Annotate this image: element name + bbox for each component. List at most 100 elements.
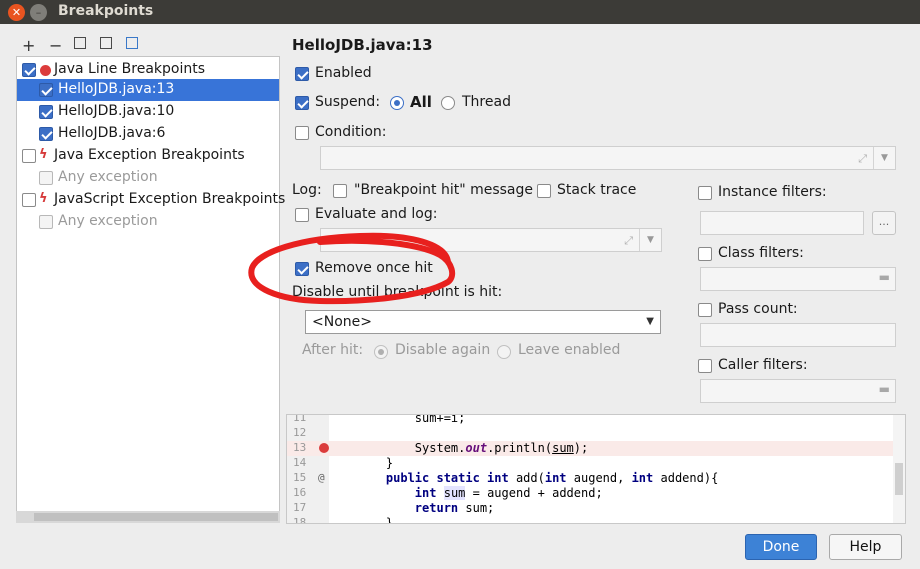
- any-exception-java-checkbox[interactable]: [39, 171, 53, 185]
- scrollbar-thumb[interactable]: [34, 513, 278, 521]
- breakpoint-marker-icon[interactable]: [319, 443, 329, 453]
- line-number: 11: [293, 414, 307, 424]
- code-text: }: [357, 456, 394, 470]
- code-line: 16 int sum = augend + addend;: [287, 486, 893, 501]
- tree-item-label: HelloJDB.java:6: [58, 125, 166, 141]
- tree-item-any-exception-js[interactable]: Any exception: [17, 211, 279, 233]
- editor-scrollbar[interactable]: [893, 415, 905, 523]
- tree-group-javascript-exception[interactable]: ϟ JavaScript Exception Breakpoints: [17, 189, 285, 211]
- disable-until-label: Disable until breakpoint is hit:: [292, 284, 503, 300]
- window-title: Breakpoints: [58, 3, 154, 19]
- folder-icon[interactable]: ▬: [879, 382, 890, 396]
- remove-icon[interactable]: −: [49, 36, 62, 55]
- override-icon: @: [318, 471, 325, 484]
- code-text: System.out.println(sum);: [357, 441, 589, 455]
- remove-once-hit-checkbox[interactable]: [295, 262, 309, 276]
- tree-item-hellojdb-6[interactable]: HelloJDB.java:6: [17, 123, 279, 145]
- suspend-thread-label: Thread: [462, 94, 511, 110]
- done-button[interactable]: Done: [745, 534, 817, 560]
- javascript-exception-group-checkbox[interactable]: [22, 193, 36, 207]
- remove-once-hit-label: Remove once hit: [315, 260, 433, 276]
- tree-group-label: Java Line Breakpoints: [54, 61, 205, 77]
- evaluate-log-input[interactable]: ⤢ ▼: [320, 228, 662, 252]
- code-text: int sum = augend + addend;: [414, 486, 603, 500]
- enabled-checkbox[interactable]: [295, 67, 309, 81]
- code-preview: 11 sum+=i; 12 13 System.out.println(sum)…: [286, 414, 906, 524]
- expand-icon[interactable]: ⤢: [624, 234, 633, 248]
- exception-bolt-icon: ϟ: [39, 147, 48, 162]
- condition-label: Condition:: [315, 124, 387, 140]
- pass-count-checkbox[interactable]: [698, 303, 712, 317]
- caller-filters-input[interactable]: ▬: [700, 379, 896, 403]
- title-bar: ✕ – Breakpoints: [0, 0, 920, 24]
- code-text: return sum;: [414, 501, 495, 515]
- tree-horizontal-scrollbar[interactable]: [16, 511, 280, 523]
- expand-icon[interactable]: ⤢: [858, 152, 867, 166]
- breakpoint-tree[interactable]: Java Line Breakpoints HelloJDB.java:13 H…: [16, 56, 285, 523]
- code-line: 18 }: [287, 516, 893, 524]
- tree-group-label: JavaScript Exception Breakpoints: [54, 191, 286, 207]
- java-exception-group-checkbox[interactable]: [22, 149, 36, 163]
- evaluate-log-checkbox[interactable]: [295, 208, 309, 222]
- line-number: 14: [293, 456, 307, 469]
- tree-group-java-line[interactable]: Java Line Breakpoints: [17, 59, 279, 81]
- log-label: Log:: [292, 182, 322, 198]
- exception-bolt-icon: ϟ: [39, 191, 48, 206]
- code-line: 12: [287, 426, 893, 441]
- line-number: 15: [293, 471, 307, 484]
- tree-group-java-exception[interactable]: ϟ Java Exception Breakpoints: [17, 145, 279, 167]
- class-filters-input[interactable]: ▬: [700, 267, 896, 291]
- any-exception-js-checkbox[interactable]: [39, 215, 53, 229]
- log-message-label: "Breakpoint hit" message: [354, 182, 534, 198]
- chevron-down-icon[interactable]: ▼: [873, 147, 895, 169]
- group-by-class-icon[interactable]: [100, 37, 112, 49]
- pass-count-input[interactable]: [700, 323, 896, 347]
- code-line-breakpoint: 13 System.out.println(sum);: [287, 441, 893, 456]
- stack-trace-checkbox[interactable]: [537, 184, 551, 198]
- line-number: 18: [293, 516, 307, 524]
- tree-item-hellojdb-13[interactable]: HelloJDB.java:13: [17, 79, 279, 101]
- close-icon[interactable]: ✕: [8, 4, 25, 21]
- code-text: sum+=i;: [357, 414, 466, 425]
- folder-icon[interactable]: ▬: [879, 270, 890, 284]
- suspend-all-radio[interactable]: [390, 96, 404, 110]
- code-line: 14 }: [287, 456, 893, 471]
- line-number: 12: [293, 426, 307, 439]
- add-icon[interactable]: +: [22, 36, 35, 55]
- code-line: 15 @ public static int add(int augend, i…: [287, 471, 893, 486]
- pass-count-label: Pass count:: [718, 301, 798, 317]
- scrollbar-thumb[interactable]: [895, 463, 903, 495]
- disable-until-value: <None>: [312, 314, 372, 330]
- disable-until-select[interactable]: <None> ▼: [305, 310, 661, 334]
- group-by-file-icon[interactable]: [126, 37, 138, 49]
- leave-enabled-radio[interactable]: [497, 345, 511, 359]
- instance-filters-checkbox[interactable]: [698, 186, 712, 200]
- tree-item-any-exception-java[interactable]: Any exception: [17, 167, 279, 189]
- hellojdb-10-checkbox[interactable]: [39, 105, 53, 119]
- after-hit-label: After hit:: [302, 342, 364, 358]
- disable-again-radio[interactable]: [374, 345, 388, 359]
- log-message-checkbox[interactable]: [333, 184, 347, 198]
- line-number: 13: [293, 441, 307, 454]
- minimize-icon[interactable]: –: [30, 4, 47, 21]
- help-button[interactable]: Help: [829, 534, 902, 560]
- chevron-down-icon[interactable]: ▼: [639, 229, 661, 251]
- group-by-package-icon[interactable]: [74, 37, 86, 49]
- tree-item-label: HelloJDB.java:10: [58, 103, 175, 119]
- instance-filters-input[interactable]: [700, 211, 864, 235]
- java-line-group-checkbox[interactable]: [22, 63, 36, 77]
- class-filters-label: Class filters:: [718, 245, 804, 261]
- condition-input[interactable]: ⤢ ▼: [320, 146, 896, 170]
- condition-checkbox[interactable]: [295, 126, 309, 140]
- suspend-checkbox[interactable]: [295, 96, 309, 110]
- stack-trace-label: Stack trace: [557, 182, 637, 198]
- suspend-thread-radio[interactable]: [441, 96, 455, 110]
- hellojdb-6-checkbox[interactable]: [39, 127, 53, 141]
- caller-filters-label: Caller filters:: [718, 357, 808, 373]
- evaluate-log-label: Evaluate and log:: [315, 206, 438, 222]
- instance-filters-browse-button[interactable]: ...: [872, 211, 896, 235]
- hellojdb-13-checkbox[interactable]: [39, 83, 53, 97]
- class-filters-checkbox[interactable]: [698, 247, 712, 261]
- caller-filters-checkbox[interactable]: [698, 359, 712, 373]
- tree-item-hellojdb-10[interactable]: HelloJDB.java:10: [17, 101, 279, 123]
